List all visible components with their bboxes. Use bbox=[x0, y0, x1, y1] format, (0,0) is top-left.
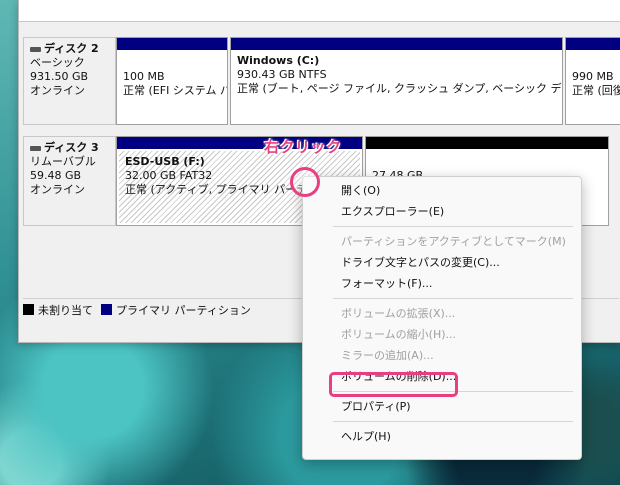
partition-title: Windows (C:) bbox=[237, 54, 320, 67]
disk-name: ディスク 2 bbox=[44, 42, 99, 55]
partition-size: 100 MB bbox=[123, 70, 165, 83]
partition-windows[interactable]: Windows (C:) 930.43 GB NTFS 正常 (ブート, ページ… bbox=[230, 37, 563, 125]
partition-status: 正常 (ブート, ページ ファイル, クラッシュ ダンプ, ベーシック データ … bbox=[237, 82, 562, 95]
disk-row-2: ディスク 2 ベーシック 931.50 GB オンライン 100 MB 正常 (… bbox=[19, 37, 620, 127]
disk-name: ディスク 3 bbox=[44, 141, 99, 154]
right-click-label: 右クリック bbox=[264, 138, 342, 156]
menu-item-open[interactable]: 開く(O) bbox=[303, 180, 581, 201]
disk-info-2[interactable]: ディスク 2 ベーシック 931.50 GB オンライン bbox=[23, 37, 116, 125]
disk-info-3[interactable]: ディスク 3 リムーバブル 59.48 GB オンライン bbox=[23, 136, 116, 226]
menu-item-change-drive-letter[interactable]: ドライブ文字とパスの変更(C)... bbox=[303, 252, 581, 273]
menu-item-format[interactable]: フォーマット(F)... bbox=[303, 273, 581, 294]
partition-bar bbox=[231, 38, 562, 50]
menu-item-properties[interactable]: プロパティ(P) bbox=[303, 396, 581, 417]
menu-item-help[interactable]: ヘルプ(H) bbox=[303, 426, 581, 447]
legend-unallocated: 未割り当て bbox=[23, 302, 93, 318]
menu-separator bbox=[333, 226, 573, 227]
delete-volume-highlight bbox=[329, 372, 458, 397]
menu-separator bbox=[333, 421, 573, 422]
disk-type: ベーシック bbox=[30, 56, 85, 69]
partition-title: ESD-USB (F:) bbox=[125, 155, 205, 168]
menu-item-add-mirror[interactable]: ミラーの追加(A)... bbox=[303, 345, 581, 366]
disk-status: オンライン bbox=[30, 183, 85, 196]
menu-item-extend-volume[interactable]: ボリュームの拡張(X)... bbox=[303, 303, 581, 324]
menu-item-mark-active[interactable]: パーティションをアクティブとしてマーク(M) bbox=[303, 231, 581, 252]
menu-item-explorer[interactable]: エクスプローラー(E) bbox=[303, 201, 581, 222]
partition-size: 990 MB bbox=[572, 70, 614, 83]
disk-size: 59.48 GB bbox=[30, 169, 82, 182]
disk-icon bbox=[30, 145, 41, 151]
partition-efi[interactable]: 100 MB 正常 (EFI システム パ bbox=[116, 37, 228, 125]
partition-status: 正常 (回復 bbox=[572, 84, 620, 97]
right-click-indicator bbox=[290, 167, 320, 197]
menu-item-shrink-volume[interactable]: ボリュームの縮小(H)... bbox=[303, 324, 581, 345]
partition-size: 930.43 GB NTFS bbox=[237, 68, 327, 81]
legend-primary: プライマリ パーティション bbox=[101, 302, 251, 318]
legend-swatch-black bbox=[23, 304, 34, 315]
partition-bar bbox=[366, 137, 608, 149]
menu-separator bbox=[333, 298, 573, 299]
partition-status: 正常 (EFI システム パ bbox=[123, 84, 228, 97]
disk-type: リムーバブル bbox=[30, 155, 96, 168]
partition-bar bbox=[566, 38, 620, 50]
volume-list-area[interactable] bbox=[19, 0, 620, 22]
disk-status: オンライン bbox=[30, 84, 85, 97]
context-menu: 開く(O) エクスプローラー(E) パーティションをアクティブとしてマーク(M)… bbox=[302, 176, 582, 460]
disk-icon bbox=[30, 46, 41, 52]
legend-swatch-blue bbox=[101, 304, 112, 315]
legend-unallocated-label: 未割り当て bbox=[38, 303, 93, 317]
disk-size: 931.50 GB bbox=[30, 70, 89, 83]
partition-bar bbox=[117, 38, 227, 50]
partition-recovery[interactable]: 990 MB 正常 (回復 bbox=[565, 37, 620, 125]
legend-primary-label: プライマリ パーティション bbox=[116, 303, 251, 317]
